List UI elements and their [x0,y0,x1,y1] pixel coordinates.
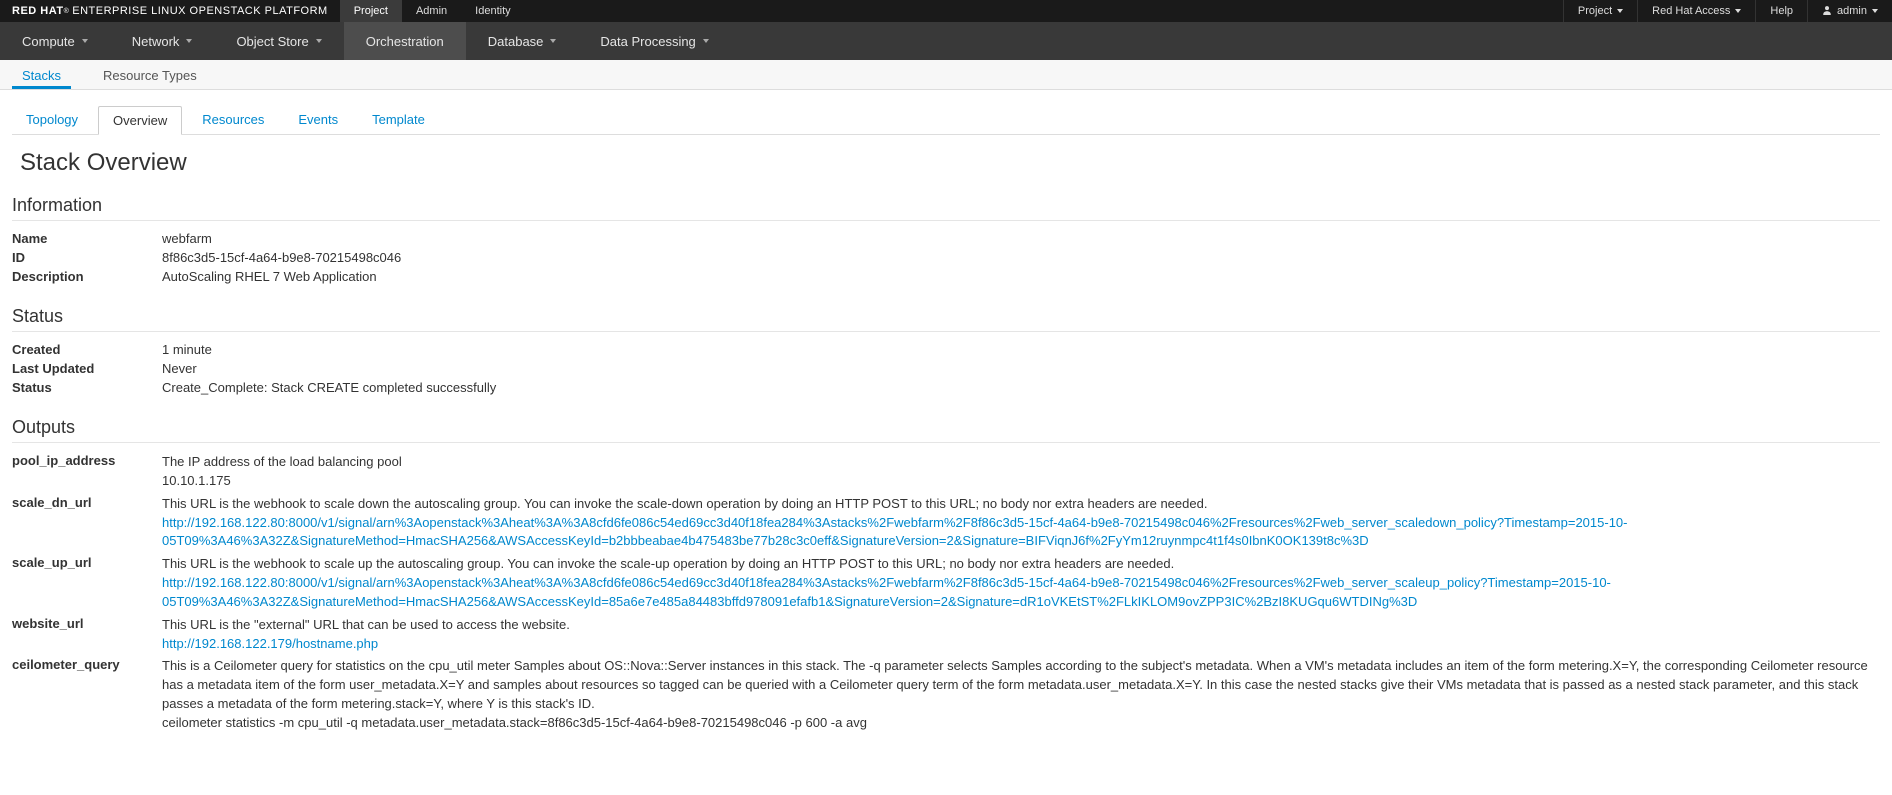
info-description-value: AutoScaling RHEL 7 Web Application [162,269,1880,284]
output-scale-up-value: This URL is the webhook to scale up the … [162,555,1880,612]
brand-logo[interactable]: RED HAT® ENTERPRISE LINUX OPENSTACK PLAT… [0,0,340,22]
caret-down-icon [1735,9,1741,13]
info-id-label: ID [12,250,162,265]
output-pool-ip-label: pool_ip_address [12,453,162,491]
mainnav-compute[interactable]: Compute [0,22,110,60]
outputs-list: pool_ip_address The IP address of the lo… [12,453,1880,733]
brand-suffix: ENTERPRISE LINUX OPENSTACK PLATFORM [72,5,327,17]
topbar-right: Project Red Hat Access Help admin [1563,0,1892,22]
status-status-label: Status [12,380,162,395]
output-scale-up-link[interactable]: http://192.168.122.80:8000/v1/signal/arn… [162,575,1611,609]
subnav-stacks-label: Stacks [22,68,61,83]
output-website-url-value: This URL is the "external" URL that can … [162,616,1880,654]
mainnav-data-processing-label: Data Processing [600,34,695,49]
output-scale-dn-link[interactable]: http://192.168.122.80:8000/v1/signal/arn… [162,515,1628,549]
output-ceilometer-val: ceilometer statistics -m cpu_util -q met… [162,714,1880,733]
output-ceilometer-desc: This is a Ceilometer query for statistic… [162,657,1880,714]
content: Topology Overview Resources Events Templ… [0,90,1892,785]
topbar: RED HAT® ENTERPRISE LINUX OPENSTACK PLAT… [0,0,1892,22]
status-created-value: 1 minute [162,342,1880,357]
status-status-value: Create_Complete: Stack CREATE completed … [162,380,1880,395]
subnav-resource-types[interactable]: Resource Types [93,62,207,89]
output-pool-ip-desc: The IP address of the load balancing poo… [162,453,1880,472]
tab-template-label: Template [372,112,425,127]
topbar-nav: Project Admin Identity [340,0,525,22]
redhat-access-menu[interactable]: Red Hat Access [1637,0,1755,22]
info-name-label: Name [12,231,162,246]
tab-events[interactable]: Events [284,106,352,134]
tab-resources[interactable]: Resources [188,106,278,134]
status-list: Created 1 minute Last Updated Never Stat… [12,342,1880,395]
user-icon [1822,5,1832,18]
caret-down-icon [186,39,192,43]
topnav-project-label: Project [354,5,388,17]
output-website-url-link[interactable]: http://192.168.122.179/hostname.php [162,636,378,651]
project-selector[interactable]: Project [1563,0,1637,22]
brand-sup: ® [64,8,70,15]
caret-down-icon [1872,9,1878,13]
tab-topology[interactable]: Topology [12,106,92,134]
output-website-url-desc: This URL is the "external" URL that can … [162,616,1880,635]
tab-resources-label: Resources [202,112,264,127]
topnav-project[interactable]: Project [340,0,402,22]
tab-overview[interactable]: Overview [98,106,182,135]
help-link[interactable]: Help [1755,0,1807,22]
topnav-identity[interactable]: Identity [461,0,524,22]
subnav-stacks[interactable]: Stacks [12,62,71,89]
output-scale-dn-value: This URL is the webhook to scale down th… [162,495,1880,552]
topnav-identity-label: Identity [475,5,510,17]
mainnav-object-store-label: Object Store [236,34,308,49]
section-status-title: Status [12,306,1880,332]
output-pool-ip-value: The IP address of the load balancing poo… [162,453,1880,491]
topnav-admin-label: Admin [416,5,447,17]
topnav-admin[interactable]: Admin [402,0,461,22]
redhat-access-label: Red Hat Access [1652,5,1730,17]
mainnav-orchestration-label: Orchestration [366,34,444,49]
section-information-title: Information [12,195,1880,221]
mainnav-database-label: Database [488,34,544,49]
user-menu[interactable]: admin [1807,0,1892,22]
info-description-label: Description [12,269,162,284]
mainnav: Compute Network Object Store Orchestrati… [0,22,1892,60]
output-pool-ip-val: 10.10.1.175 [162,472,1880,491]
status-created-label: Created [12,342,162,357]
section-outputs-title: Outputs [12,417,1880,443]
brand-prefix: RED HAT [12,5,64,17]
output-scale-dn-label: scale_dn_url [12,495,162,552]
mainnav-object-store[interactable]: Object Store [214,22,343,60]
mainnav-network-label: Network [132,34,180,49]
mainnav-database[interactable]: Database [466,22,579,60]
info-id-value: 8f86c3d5-15cf-4a64-b9e8-70215498c046 [162,250,1880,265]
status-lastupdated-value: Never [162,361,1880,376]
caret-down-icon [316,39,322,43]
information-list: Name webfarm ID 8f86c3d5-15cf-4a64-b9e8-… [12,231,1880,284]
status-lastupdated-label: Last Updated [12,361,162,376]
output-website-url-label: website_url [12,616,162,654]
caret-down-icon [703,39,709,43]
mainnav-orchestration[interactable]: Orchestration [344,22,466,60]
caret-down-icon [550,39,556,43]
project-selector-label: Project [1578,5,1612,17]
subnav: Stacks Resource Types [0,60,1892,90]
output-ceilometer-value: This is a Ceilometer query for statistic… [162,657,1880,732]
stack-tabs: Topology Overview Resources Events Templ… [12,106,1880,135]
help-label: Help [1770,5,1793,17]
output-scale-dn-desc: This URL is the webhook to scale down th… [162,495,1880,514]
output-scale-up-label: scale_up_url [12,555,162,612]
tab-overview-label: Overview [113,113,167,128]
info-name-value: webfarm [162,231,1880,246]
tab-template[interactable]: Template [358,106,439,134]
page-title: Stack Overview [20,149,1880,177]
output-scale-up-desc: This URL is the webhook to scale up the … [162,555,1880,574]
tab-events-label: Events [298,112,338,127]
mainnav-network[interactable]: Network [110,22,215,60]
mainnav-compute-label: Compute [22,34,75,49]
user-label: admin [1837,5,1867,17]
tab-topology-label: Topology [26,112,78,127]
mainnav-data-processing[interactable]: Data Processing [578,22,730,60]
output-ceilometer-label: ceilometer_query [12,657,162,732]
subnav-resource-types-label: Resource Types [103,68,197,83]
caret-down-icon [82,39,88,43]
caret-down-icon [1617,9,1623,13]
